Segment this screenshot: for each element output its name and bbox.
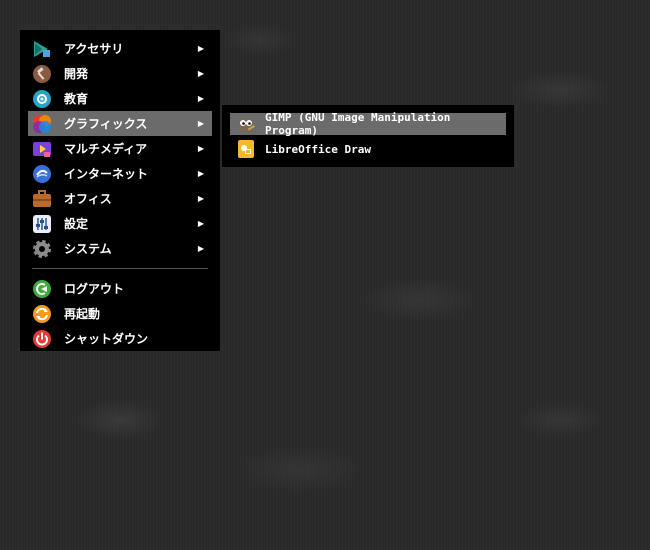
reboot-icon [32, 304, 52, 324]
logout-button[interactable]: ログアウト [28, 276, 212, 301]
reboot-button[interactable]: 再起動 [28, 301, 212, 326]
menu-item-accessories[interactable]: アクセサリ ▶ [28, 36, 212, 61]
application-menu: アクセサリ ▶ 開発 ▶ 教育 ▶ グラフィックス ▶ マルチメディア ▶ イン… [20, 30, 220, 351]
menu-separator [32, 268, 208, 269]
menu-item-internet[interactable]: インターネット ▶ [28, 161, 212, 186]
menu-item-label: シャットダウン [64, 332, 149, 346]
submenu-arrow-icon: ▶ [197, 69, 204, 78]
menu-item-label: オフィス [64, 192, 112, 206]
system-gear-icon [32, 239, 52, 259]
submenu-item-gimp[interactable]: GIMP (GNU Image Manipulation Program) [230, 111, 506, 137]
internet-icon [32, 164, 52, 184]
menu-item-label: ログアウト [64, 282, 125, 296]
menu-item-label: 教育 [64, 92, 89, 106]
menu-item-label: 開発 [64, 67, 89, 81]
development-icon [32, 64, 52, 84]
submenu-arrow-icon: ▶ [197, 144, 204, 153]
office-icon [32, 189, 52, 209]
menu-item-label: アクセサリ [64, 42, 124, 56]
accessories-icon [32, 39, 52, 59]
submenu-arrow-icon: ▶ [197, 119, 204, 128]
menu-item-label: システム [64, 242, 112, 256]
shutdown-icon [32, 329, 52, 349]
submenu-arrow-icon: ▶ [197, 44, 204, 53]
menu-item-graphics[interactable]: グラフィックス ▶ [28, 111, 212, 136]
shutdown-button[interactable]: シャットダウン [28, 326, 212, 351]
settings-icon [32, 214, 52, 234]
gimp-icon [236, 114, 256, 134]
menu-item-label: インターネット [64, 167, 149, 181]
menu-item-multimedia[interactable]: マルチメディア ▶ [28, 136, 212, 161]
submenu-arrow-icon: ▶ [197, 244, 204, 253]
menu-item-label: グラフィックス [64, 117, 148, 131]
libreoffice-draw-icon [236, 139, 256, 159]
submenu-arrow-icon: ▶ [197, 169, 204, 178]
submenu-item-label: LibreOffice Draw [265, 142, 371, 156]
menu-item-education[interactable]: 教育 ▶ [28, 86, 212, 111]
education-icon [32, 89, 52, 109]
submenu-arrow-icon: ▶ [197, 219, 204, 228]
submenu-item-label: GIMP (GNU Image Manipulation Program) [265, 111, 451, 137]
submenu-arrow-icon: ▶ [197, 94, 204, 103]
menu-item-office[interactable]: オフィス ▶ [28, 186, 212, 211]
menu-item-development[interactable]: 開発 ▶ [28, 61, 212, 86]
submenu-arrow-icon: ▶ [197, 194, 204, 203]
menu-item-label: マルチメディア [64, 142, 148, 156]
multimedia-icon [32, 139, 52, 159]
graphics-icon [32, 114, 52, 134]
logout-icon [32, 279, 52, 299]
graphics-submenu: GIMP (GNU Image Manipulation Program) Li… [222, 105, 514, 167]
menu-item-system[interactable]: システム ▶ [28, 236, 212, 261]
menu-item-label: 再起動 [64, 307, 101, 321]
submenu-item-libreoffice-draw[interactable]: LibreOffice Draw [230, 138, 506, 160]
menu-item-label: 設定 [64, 217, 89, 231]
menu-item-settings[interactable]: 設定 ▶ [28, 211, 212, 236]
